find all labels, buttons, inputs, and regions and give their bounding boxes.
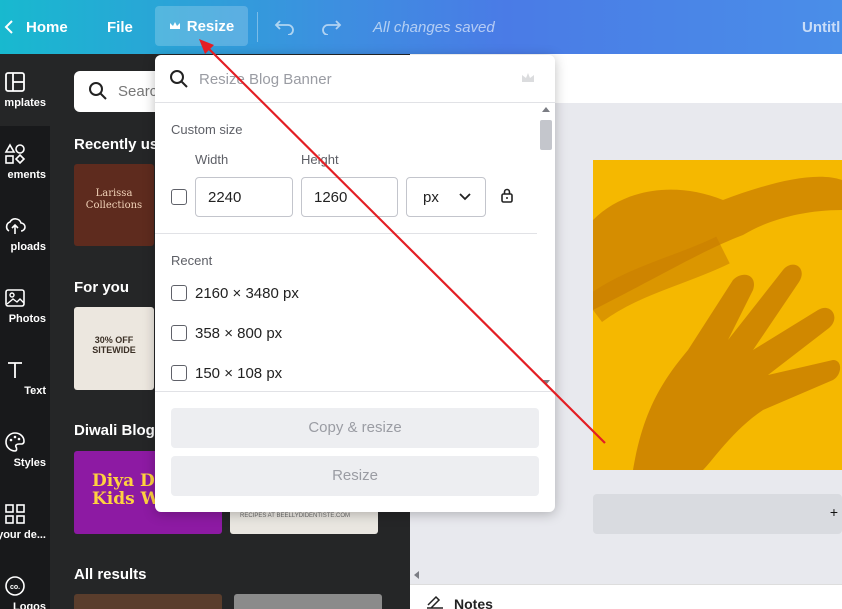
section-title-recently-used[interactable]: Recently use: [74, 136, 167, 153]
custom-size-checkbox[interactable]: [171, 189, 187, 205]
your-designs-icon: [5, 504, 25, 524]
rail-item-uploads[interactable]: ploads: [0, 198, 50, 270]
thumbnail-text: Larissa Collections: [85, 188, 143, 211]
crown-icon: [169, 18, 181, 35]
toolbar-divider: [257, 12, 258, 42]
rail-item-text[interactable]: Text: [0, 342, 50, 414]
add-page-button[interactable]: +: [593, 494, 842, 534]
resize-search-input[interactable]: Resize Blog Banner: [155, 55, 555, 103]
scroll-down-arrow-icon[interactable]: [542, 380, 550, 385]
recent-size-checkbox[interactable]: [171, 325, 187, 341]
resize-confirm-button[interactable]: Resize: [171, 456, 539, 496]
text-icon: [8, 362, 22, 378]
unit-value: px: [423, 189, 439, 206]
notes-pencil-icon: [427, 595, 443, 609]
recent-size-checkbox[interactable]: [171, 365, 187, 381]
rail-item-photos[interactable]: Photos: [0, 270, 50, 342]
add-page-label: +: [829, 504, 838, 520]
rail-label-text: Text: [24, 385, 46, 397]
logos-icon: co.: [5, 576, 25, 596]
save-status: All changes saved: [373, 18, 495, 36]
rail-label-elements: ements: [7, 169, 46, 181]
divider: [155, 391, 555, 392]
rail-label-logos: Logos: [13, 601, 46, 609]
notes-bar[interactable]: Notes: [410, 584, 842, 609]
templates-icon: [5, 72, 25, 92]
dropdown-scrollbar[interactable]: [537, 103, 555, 391]
rail-label-uploads: ploads: [10, 241, 46, 253]
template-thumbnail[interactable]: [234, 594, 382, 609]
width-field[interactable]: 2240: [195, 177, 293, 217]
crown-icon: [522, 73, 534, 82]
hand-shadow-image: [593, 160, 842, 470]
horizontal-scrollbar[interactable]: [410, 566, 842, 584]
elements-icon: [4, 143, 26, 165]
rail-item-your-designs[interactable]: your de...: [0, 486, 50, 558]
styles-icon: [5, 432, 25, 452]
template-thumbnail[interactable]: 30% OFF SITEWIDE: [74, 307, 154, 390]
height-field[interactable]: 1260: [301, 177, 398, 217]
photos-icon: [5, 289, 25, 307]
redo-icon[interactable]: [320, 0, 342, 54]
rail-label-styles: Styles: [13, 457, 46, 469]
width-label: Width: [195, 152, 229, 167]
search-icon: [170, 70, 188, 88]
notes-label: Notes: [454, 596, 493, 609]
scroll-left-arrow-icon[interactable]: [414, 571, 420, 579]
rail-item-logos[interactable]: co. Logos: [0, 558, 50, 609]
rail-label-templates: mplates: [4, 97, 46, 109]
search-icon: [89, 82, 107, 100]
uploads-icon: [5, 218, 26, 234]
rail-label-photos: Photos: [8, 313, 46, 325]
back-chevron-icon[interactable]: [4, 0, 14, 54]
thumbnail-text: RECIPES AT BEELLYDIDENTISTE.COM: [240, 513, 351, 519]
resize-dropdown: Resize Blog Banner Custom size Width Hei…: [155, 55, 555, 512]
recent-size-item[interactable]: 2160 × 3480 px: [195, 285, 299, 302]
recent-label: Recent: [171, 253, 213, 268]
section-title-all-results[interactable]: All results: [74, 566, 147, 583]
scrollbar-thumb[interactable]: [540, 120, 552, 150]
document-title[interactable]: Untitl: [802, 0, 840, 54]
search-placeholder: Searc: [118, 83, 158, 100]
template-thumbnail[interactable]: Larissa Collections: [74, 164, 154, 246]
rail-label-your-designs: your de...: [0, 529, 46, 541]
template-thumbnail[interactable]: [74, 594, 222, 609]
recent-size-item[interactable]: 358 × 800 px: [195, 325, 282, 342]
home-button[interactable]: Home: [26, 0, 68, 54]
lock-icon[interactable]: [501, 188, 513, 203]
side-rail: mplates ements ploads Photos Text Styles…: [0, 54, 50, 609]
undo-icon[interactable]: [274, 0, 296, 54]
chevron-down-icon: [459, 193, 471, 201]
rail-item-templates[interactable]: mplates: [0, 54, 50, 126]
resize-button[interactable]: Resize: [155, 6, 248, 46]
top-bar: Home File Resize All changes saved Untit…: [0, 0, 842, 54]
file-menu-button[interactable]: File: [107, 0, 133, 54]
unit-select[interactable]: px: [406, 177, 486, 217]
thumbnail-text: 30% OFF SITEWIDE: [92, 335, 136, 356]
design-canvas[interactable]: [593, 160, 842, 470]
height-label: Height: [301, 152, 339, 167]
rail-item-elements[interactable]: ements: [0, 126, 50, 198]
copy-and-resize-button[interactable]: Copy & resize: [171, 408, 539, 448]
recent-size-checkbox[interactable]: [171, 285, 187, 301]
resize-label: Resize: [186, 17, 235, 35]
resize-search-placeholder: Resize Blog Banner: [199, 71, 332, 88]
recent-size-item[interactable]: 150 × 108 px: [195, 365, 282, 382]
rail-item-styles[interactable]: Styles: [0, 414, 50, 486]
scroll-up-arrow-icon[interactable]: [542, 107, 550, 112]
svg-text:co.: co.: [10, 584, 20, 591]
custom-size-label: Custom size: [171, 122, 243, 137]
section-title-for-you[interactable]: For you: [74, 279, 129, 296]
divider: [155, 233, 537, 234]
